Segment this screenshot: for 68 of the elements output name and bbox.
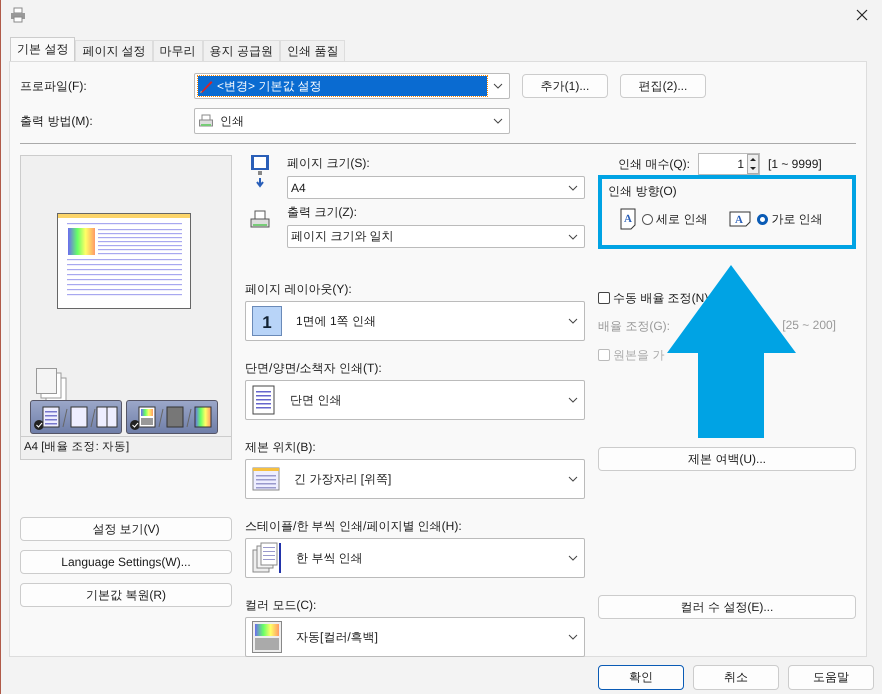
field-label: 제본 위치(B):	[245, 439, 317, 456]
chevron-down-icon	[493, 83, 503, 89]
field-label: 단면/양면/소책자 인쇄(T):	[245, 360, 383, 377]
tab[interactable]: 기본 설정	[10, 37, 76, 61]
spin-arrows-icon	[747, 154, 759, 174]
printer-icon	[10, 7, 26, 23]
field-label: 출력 크기(Z):	[287, 204, 358, 221]
printer-icon	[198, 113, 214, 129]
range-text: [25 ~ 200]	[782, 318, 836, 334]
tab[interactable]: 페이지 설정	[75, 40, 153, 61]
tab[interactable]: 용지 공급원	[202, 40, 280, 61]
orientation-radio[interactable]: 세로 인쇄	[642, 210, 708, 228]
group-label: 인쇄 방향(O)	[608, 183, 678, 200]
dropdown[interactable]: 단면 인쇄	[245, 380, 585, 420]
dropdown[interactable]: 긴 가장자리 [위쪽]	[245, 459, 585, 499]
field-label: 페이지 크기(S):	[287, 155, 371, 172]
chevron-down-icon	[568, 634, 578, 640]
pencil-icon	[198, 78, 214, 94]
field-label: 페이지 레이아웃(Y):	[245, 281, 353, 298]
collate-icon	[252, 542, 282, 574]
chevron-down-icon	[568, 397, 578, 403]
tab[interactable]: 인쇄 품질	[280, 40, 346, 61]
action-button[interactable]: 기본값 복원(R)	[20, 583, 232, 607]
range-text: [1 ~ 9999]	[768, 157, 822, 171]
profile-button[interactable]: 추가(1)...	[522, 74, 608, 98]
copies-spinbox[interactable]: 1	[698, 153, 760, 175]
field-label: 컬러 모드(C):	[245, 597, 318, 614]
dialog-button[interactable]: 도움말	[788, 665, 874, 690]
action-button[interactable]: 설정 보기(V)	[20, 517, 232, 541]
action-button[interactable]: Language Settings(W)...	[20, 550, 232, 574]
dropdown[interactable]: 자동[컬러/흑백]	[245, 617, 585, 657]
tab[interactable]: 마무리	[152, 40, 203, 61]
profile-dropdown[interactable]: <변경> 기본값 설정	[194, 73, 510, 99]
scale-label: 배율 조정(G):	[598, 318, 670, 335]
color-swatch-icon	[252, 621, 282, 653]
field-label: 프로파일(F):	[20, 78, 88, 94]
dropdown[interactable]: 한 부씩 인쇄	[245, 538, 585, 578]
chevron-down-icon	[568, 555, 578, 561]
chevron-down-icon	[568, 476, 578, 482]
preview-caption: A4 [배율 조정: 자동]	[21, 436, 231, 454]
profile-button[interactable]: 편집(2)...	[620, 74, 706, 98]
orientation-radio[interactable]: 가로 인쇄	[757, 210, 823, 228]
dialog-button[interactable]: 확인	[598, 665, 684, 690]
chevron-down-icon	[493, 118, 503, 124]
profile-value: <변경> 기본값 설정	[217, 78, 322, 94]
dropdown[interactable]: 페이지 크기와 일치	[287, 225, 585, 248]
chevron-down-icon	[568, 234, 578, 240]
document-icon	[252, 385, 276, 415]
document-icon	[252, 467, 280, 491]
copies-label: 인쇄 매수(Q):	[618, 156, 690, 172]
dropdown[interactable]: 1 1면에 1쪽 인쇄	[245, 301, 585, 341]
print-mode-button[interactable]	[30, 400, 122, 434]
binding-margin-button[interactable]: 제본 여백(U)...	[598, 447, 856, 471]
page-number-icon: 1	[252, 306, 282, 336]
printer-icon	[250, 210, 270, 230]
output-method-dropdown[interactable]: 인쇄	[194, 108, 510, 134]
color-settings-button[interactable]: 컬러 수 설정(E)...	[598, 595, 856, 619]
dropdown[interactable]: A4	[287, 176, 585, 199]
landscape-page-icon: A	[729, 211, 752, 227]
close-icon[interactable]	[856, 9, 868, 21]
chevron-down-icon	[568, 184, 578, 190]
dialog-button[interactable]: 취소	[693, 665, 779, 690]
field-label: 스테이플/한 부씩 인쇄/페이지별 인쇄(H):	[245, 518, 463, 535]
portrait-page-icon: A	[620, 208, 636, 230]
color-mode-button[interactable]	[126, 400, 218, 434]
field-label: 출력 방법(M):	[20, 112, 94, 130]
chevron-down-icon	[568, 318, 578, 324]
monitor-icon	[250, 154, 270, 188]
